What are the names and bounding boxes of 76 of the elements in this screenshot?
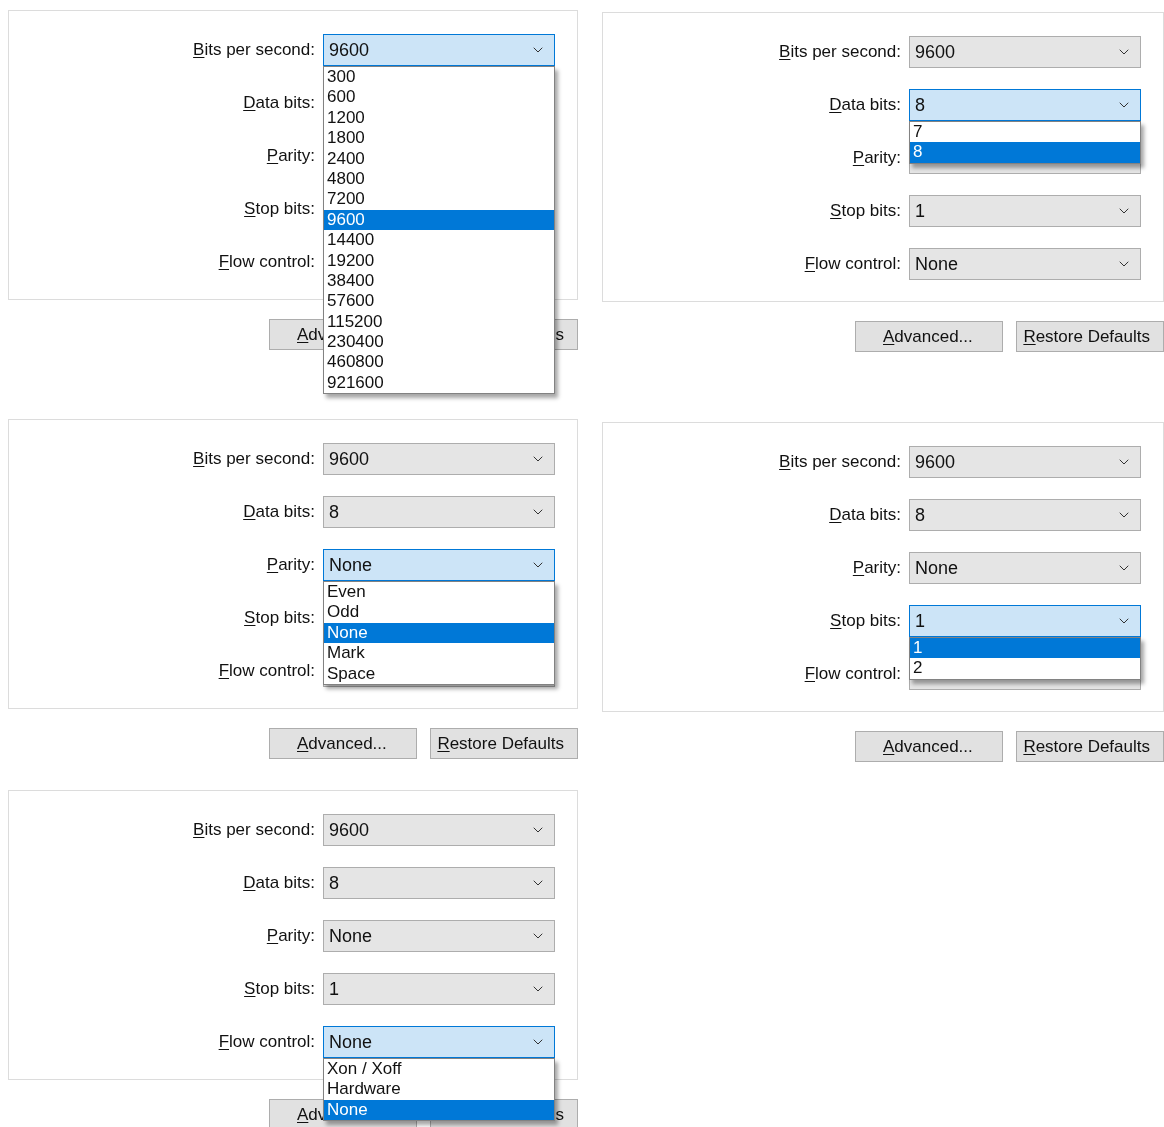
dropdown-option[interactable]: 2400 bbox=[324, 148, 554, 169]
dropdown-option[interactable]: 1 bbox=[910, 638, 1140, 659]
dropdown-option[interactable]: 8 bbox=[910, 142, 1140, 163]
dropdown-field[interactable]: None bbox=[909, 552, 1141, 584]
field-label: Stop bits: bbox=[244, 607, 315, 630]
dropdown-option[interactable]: 2 bbox=[910, 658, 1140, 679]
dropdown-option[interactable]: 57600 bbox=[324, 291, 554, 312]
field-label: Data bits: bbox=[243, 501, 315, 524]
dropdown-option[interactable]: None bbox=[324, 1099, 554, 1121]
field-label: Bits per second: bbox=[193, 39, 315, 62]
dropdown-field[interactable]: 9600 bbox=[323, 443, 555, 475]
field-label: Data bits: bbox=[243, 872, 315, 895]
restore-defaults-button[interactable]: Restore Defaults bbox=[1016, 321, 1164, 352]
dropdown-option[interactable]: Space bbox=[324, 663, 554, 684]
dropdown-option[interactable]: 38400 bbox=[324, 270, 554, 292]
dropdown-field[interactable]: 1 bbox=[909, 195, 1141, 227]
field-label: Flow control: bbox=[804, 663, 901, 686]
dropdown-field[interactable]: 8 bbox=[323, 496, 555, 528]
dropdown-option[interactable]: Even bbox=[324, 582, 554, 603]
field-label: Stop bits: bbox=[244, 978, 315, 1001]
field-label: Parity: bbox=[266, 925, 315, 948]
dropdown-option[interactable]: 4800 bbox=[324, 168, 554, 190]
field-label: Stop bits: bbox=[830, 610, 901, 633]
advanced-button[interactable]: Advanced... bbox=[269, 728, 417, 759]
field-label: Parity: bbox=[266, 145, 315, 168]
dropdown-option[interactable]: None bbox=[324, 622, 554, 644]
restore-defaults-button[interactable]: Restore Defaults bbox=[1016, 731, 1164, 762]
dropdown-option[interactable]: 300 bbox=[324, 67, 554, 88]
field-label: Stop bits: bbox=[244, 198, 315, 221]
dropdown-option[interactable]: 600 bbox=[324, 87, 554, 108]
dropdown-option[interactable]: 7200 bbox=[324, 189, 554, 210]
dropdown-option[interactable]: 1800 bbox=[324, 128, 554, 149]
field-label: Flow control: bbox=[218, 251, 315, 274]
dropdown-option[interactable]: Hardware bbox=[324, 1079, 554, 1100]
field-label: Flow control: bbox=[804, 253, 901, 276]
dropdown-option[interactable]: 115200 bbox=[324, 311, 554, 333]
field-label: Stop bits: bbox=[830, 200, 901, 223]
dropdown-field[interactable]: 1 bbox=[323, 973, 555, 1005]
field-label: Data bits: bbox=[829, 94, 901, 117]
field-label: Bits per second: bbox=[779, 41, 901, 64]
field-label: Parity: bbox=[852, 147, 901, 170]
field-label: Data bits: bbox=[243, 92, 315, 115]
dropdown-option[interactable]: 19200 bbox=[324, 250, 554, 271]
dropdown-field[interactable]: 9600 bbox=[909, 446, 1141, 478]
dropdown-option[interactable]: 460800 bbox=[324, 352, 554, 373]
field-label: Bits per second: bbox=[779, 451, 901, 474]
field-label: Flow control: bbox=[218, 1031, 315, 1054]
advanced-button[interactable]: Advanced... bbox=[855, 731, 1003, 762]
dropdown-option[interactable]: 7 bbox=[910, 122, 1140, 143]
dropdown-field[interactable]: 8 bbox=[909, 499, 1141, 531]
dropdown-field[interactable]: 9600 bbox=[323, 814, 555, 846]
dropdown-field[interactable]: 9600 bbox=[909, 36, 1141, 68]
dropdown-option[interactable]: 1200 bbox=[324, 107, 554, 129]
dropdown-option[interactable]: Xon / Xoff bbox=[324, 1059, 554, 1080]
dropdown-field[interactable]: None bbox=[909, 248, 1141, 280]
dropdown-option[interactable]: 14400 bbox=[324, 230, 554, 251]
dropdown-option[interactable]: Odd bbox=[324, 602, 554, 623]
dropdown-field[interactable]: 1 bbox=[909, 605, 1141, 637]
dropdown-field[interactable]: None bbox=[323, 549, 555, 581]
dropdown-option[interactable]: 9600 bbox=[324, 209, 554, 231]
dropdown-field[interactable]: 8 bbox=[909, 89, 1141, 121]
dropdown-option[interactable]: 921600 bbox=[324, 372, 554, 394]
field-label: Parity: bbox=[852, 557, 901, 580]
field-label: Flow control: bbox=[218, 660, 315, 683]
dropdown-option[interactable]: 230400 bbox=[324, 332, 554, 353]
advanced-button[interactable]: Advanced... bbox=[855, 321, 1003, 352]
dropdown-field[interactable]: None bbox=[323, 920, 555, 952]
restore-defaults-button[interactable]: Restore Defaults bbox=[430, 728, 578, 759]
field-label: Bits per second: bbox=[193, 819, 315, 842]
dropdown-field[interactable]: 8 bbox=[323, 867, 555, 899]
dropdown-field[interactable]: 9600 bbox=[323, 34, 555, 66]
field-label: Bits per second: bbox=[193, 448, 315, 471]
dropdown-field[interactable]: None bbox=[323, 1026, 555, 1058]
field-label: Data bits: bbox=[829, 504, 901, 527]
field-label: Parity: bbox=[266, 554, 315, 577]
dropdown-option[interactable]: Mark bbox=[324, 643, 554, 664]
